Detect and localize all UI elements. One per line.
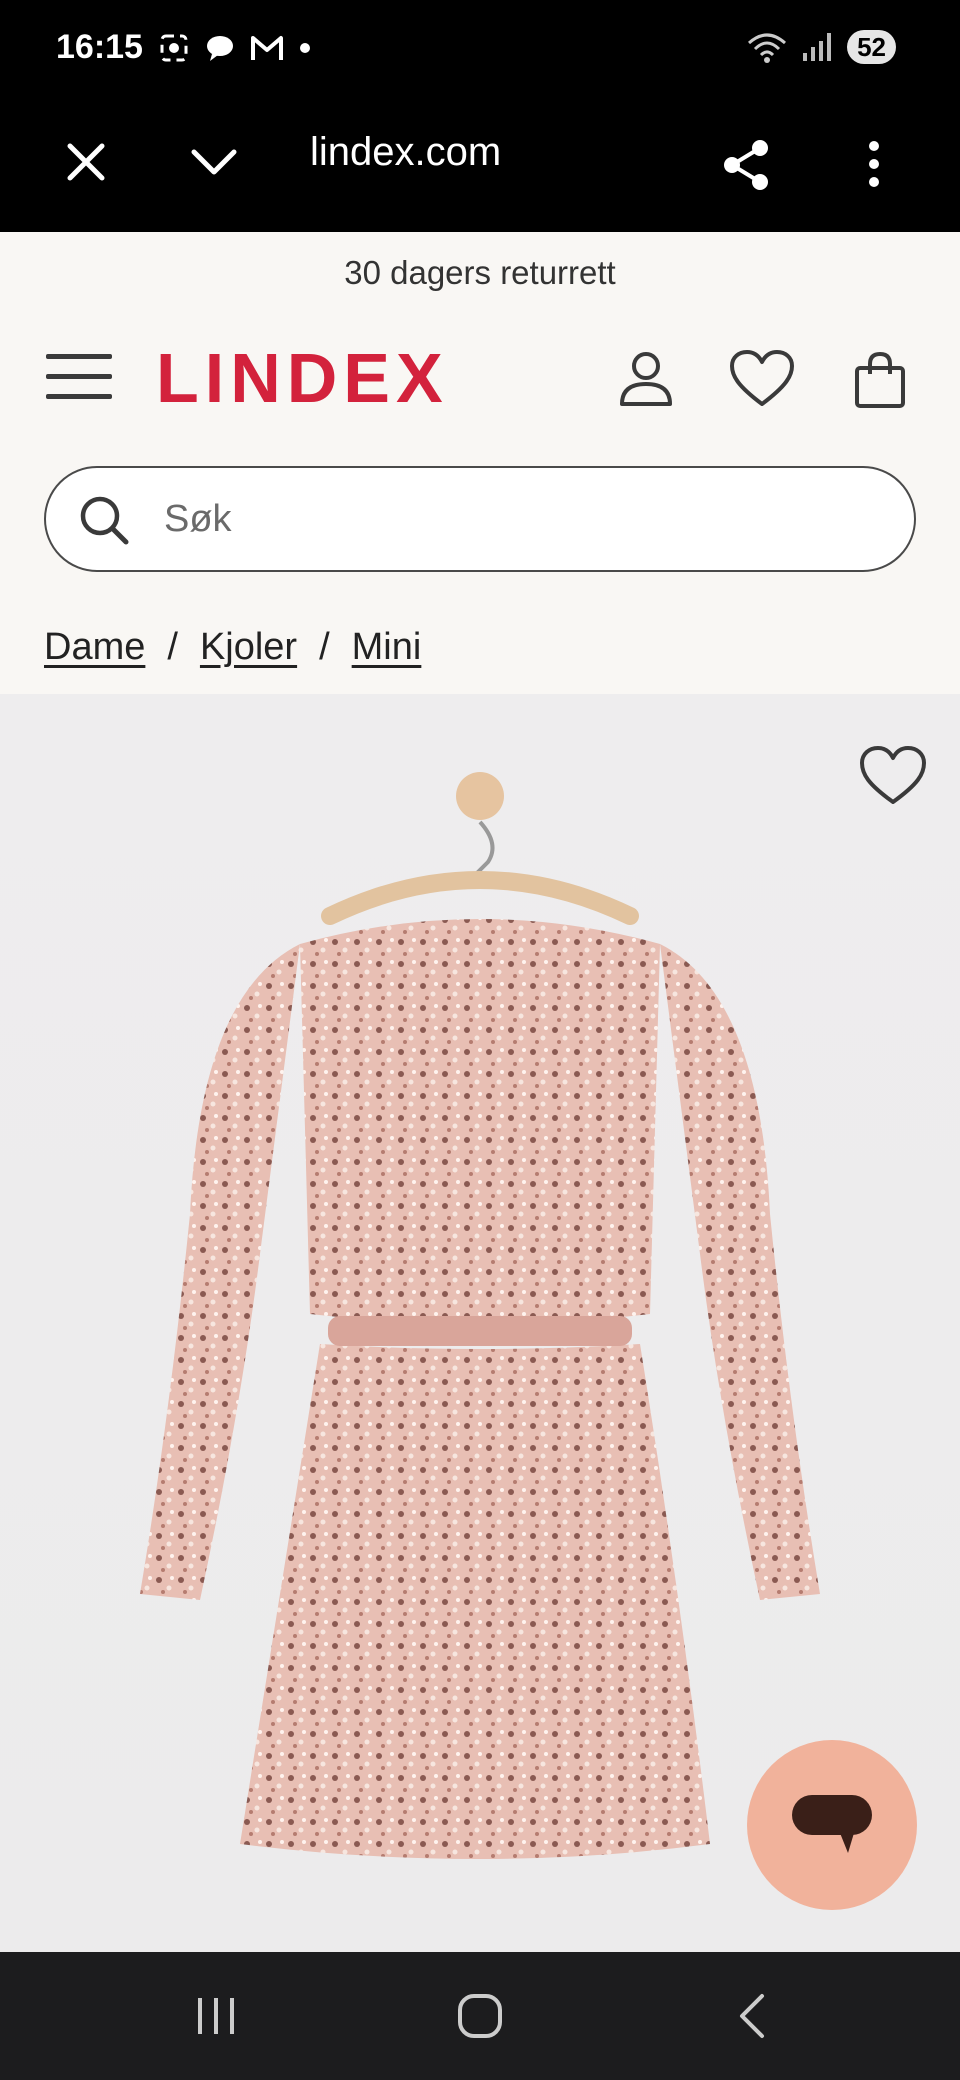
signal-icon (803, 33, 832, 61)
search-icon[interactable] (78, 494, 130, 546)
status-bar: 16:15 52 (0, 0, 960, 100)
chat-button[interactable] (747, 1740, 917, 1910)
status-system-icons: 52 (747, 30, 896, 64)
status-notification-icons (158, 32, 312, 64)
search-bar[interactable] (44, 466, 916, 572)
account-icon[interactable] (618, 350, 674, 408)
recent-apps-icon[interactable] (192, 1992, 240, 2040)
menu-icon[interactable] (46, 354, 112, 400)
breadcrumb-separator: / (319, 626, 330, 668)
breadcrumb-item-mini[interactable]: Mini (352, 626, 422, 669)
add-to-favorites-icon[interactable] (860, 746, 926, 806)
chevron-down-icon[interactable] (188, 138, 240, 186)
battery-indicator: 52 (847, 30, 896, 64)
more-vert-icon[interactable] (864, 138, 884, 190)
back-icon[interactable] (730, 1992, 778, 2040)
favorites-icon[interactable] (730, 350, 794, 408)
wifi-icon (748, 33, 787, 63)
search-input[interactable] (164, 490, 864, 548)
breadcrumb-item-dame[interactable]: Dame (44, 626, 145, 669)
close-icon[interactable] (62, 138, 110, 186)
breadcrumb-separator: / (167, 626, 178, 668)
cart-icon[interactable] (854, 350, 906, 410)
screenshot-icon (160, 34, 188, 62)
promo-banner[interactable]: 30 dagers returrett (0, 254, 960, 292)
share-icon[interactable] (720, 138, 772, 192)
home-icon[interactable] (456, 1992, 504, 2040)
gmail-icon (251, 36, 283, 60)
breadcrumb: Dame / Kjoler / Mini (44, 626, 421, 669)
chat-icon (207, 36, 233, 61)
product-image[interactable] (0, 694, 960, 1952)
navigation-bar (0, 1952, 960, 2080)
logo[interactable]: LINDEX (156, 338, 449, 418)
chat-bubble-icon (792, 1795, 872, 1853)
url-display[interactable]: lindex.com (310, 130, 501, 175)
breadcrumb-item-kjoler[interactable]: Kjoler (200, 626, 297, 669)
status-time: 16:15 (56, 28, 143, 66)
site-header: 30 dagers returrett LINDEX Dame / Kjoler… (0, 232, 960, 694)
dot-icon (300, 43, 310, 53)
